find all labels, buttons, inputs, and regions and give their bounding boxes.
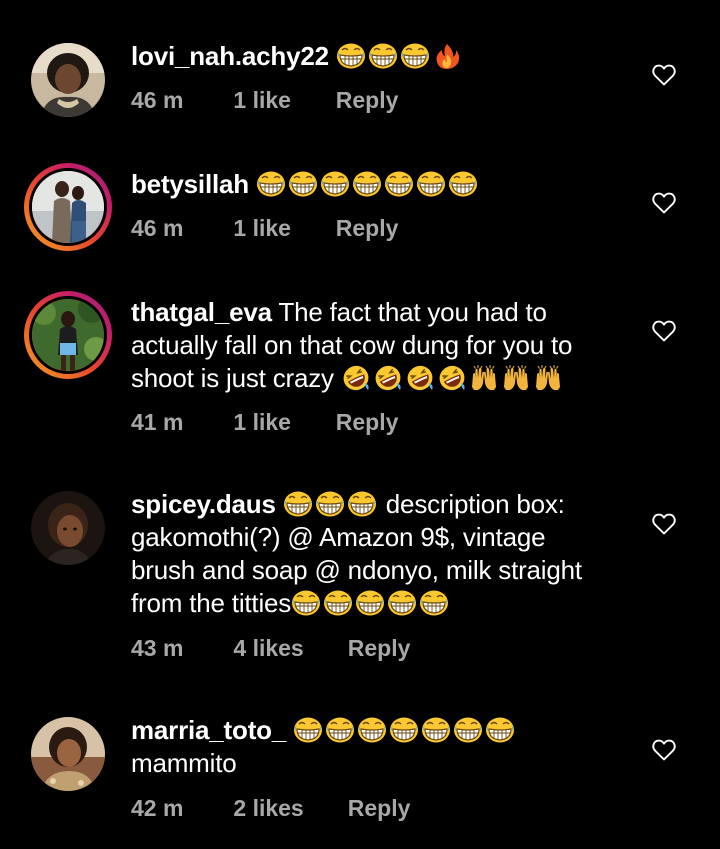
comment-line-4: from the titties <box>131 587 631 620</box>
reply-button[interactable]: Reply <box>336 215 399 242</box>
rofl-emoji <box>373 365 403 391</box>
comment-meta: 42 m 2 likes Reply <box>131 795 410 822</box>
comment-meta: 41 m 1 like Reply <box>131 409 398 436</box>
comment-text: marria_toto_ mammito <box>131 714 631 780</box>
comment-text: spicey.daus description box: gakomothi(?… <box>131 488 631 620</box>
comment-text: betysillah <box>131 168 631 201</box>
raised-hands-emoji <box>533 365 563 391</box>
comment-time: 42 m <box>131 795 184 821</box>
like-count[interactable]: 1 like <box>233 409 329 436</box>
comment-body-line-2: mammito <box>131 748 237 778</box>
avatar-thatgal-eva[interactable] <box>24 291 112 379</box>
avatar-spicey-daus[interactable] <box>31 491 105 565</box>
reply-button[interactable]: Reply <box>336 409 399 436</box>
grin-emoji <box>453 717 483 743</box>
like-count[interactable]: 4 likes <box>233 635 341 662</box>
grin-emoji <box>283 491 313 517</box>
comment-meta: 46 m 1 like Reply <box>131 87 398 114</box>
like-count[interactable]: 1 like <box>233 215 329 242</box>
like-heart-icon[interactable] <box>652 513 676 535</box>
grin-emoji <box>355 590 385 616</box>
avatar-lovi-nah[interactable] <box>31 43 105 117</box>
raised-hands-emoji <box>469 365 499 391</box>
grin-emoji <box>389 717 419 743</box>
fire-emoji <box>432 43 462 69</box>
like-heart-icon[interactable] <box>652 320 676 342</box>
raised-hands-emoji <box>501 365 531 391</box>
avatar-marria-toto[interactable] <box>31 717 105 791</box>
comment-line-1: marria_toto_ <box>131 714 631 747</box>
comment-time: 41 m <box>131 409 184 435</box>
comment-time: 46 m <box>131 87 184 113</box>
comment-body-line-2: actually fall on that cow dung for you t… <box>131 330 573 360</box>
like-heart-icon[interactable] <box>652 739 676 761</box>
grin-emoji <box>347 491 377 517</box>
grin-emoji <box>368 43 398 69</box>
comment-meta: 46 m 1 like Reply <box>131 215 398 242</box>
like-count[interactable]: 2 likes <box>233 795 341 822</box>
avatar-photo <box>31 491 105 565</box>
avatar-betysillah[interactable] <box>24 163 112 251</box>
grin-emoji <box>336 43 366 69</box>
comment-time: 46 m <box>131 215 184 241</box>
username[interactable]: marria_toto_ <box>131 715 286 745</box>
like-heart-icon[interactable] <box>652 192 676 214</box>
grin-emoji <box>288 171 318 197</box>
reply-button[interactable]: Reply <box>336 87 399 114</box>
grin-emoji <box>421 717 451 743</box>
comment-body-line-1: description box: <box>385 489 565 519</box>
username[interactable]: betysillah <box>131 169 249 199</box>
avatar-photo <box>29 296 107 374</box>
avatar-photo <box>29 168 107 246</box>
like-count[interactable]: 1 like <box>233 87 329 114</box>
reply-button[interactable]: Reply <box>348 795 411 822</box>
comment-line-1: thatgal_eva The fact that you had to <box>131 296 631 329</box>
avatar-photo <box>31 43 105 117</box>
username[interactable]: spicey.daus <box>131 489 276 519</box>
comment-text: lovi_nah.achy22 <box>131 40 631 73</box>
avatar-photo <box>31 717 105 791</box>
rofl-emoji <box>341 365 371 391</box>
grin-emoji <box>291 590 321 616</box>
grin-emoji <box>325 717 355 743</box>
grin-emoji <box>256 171 286 197</box>
comment-body-line-1: The fact that you had to <box>278 297 547 327</box>
grin-emoji <box>320 171 350 197</box>
comment-time: 43 m <box>131 635 184 661</box>
comment-meta: 43 m 4 likes Reply <box>131 635 410 662</box>
like-heart-icon[interactable] <box>652 64 676 86</box>
grin-emoji <box>384 171 414 197</box>
rofl-emoji <box>405 365 435 391</box>
grin-emoji <box>448 171 478 197</box>
comment-body-line-3: brush and soap @ ndonyo, milk straight <box>131 555 582 585</box>
comment-body-line-3: shoot is just crazy <box>131 363 334 393</box>
grin-emoji <box>293 717 323 743</box>
grin-emoji <box>416 171 446 197</box>
comment-line-3: shoot is just crazy <box>131 362 631 395</box>
comment-text: thatgal_eva The fact that you had to act… <box>131 296 631 395</box>
grin-emoji <box>352 171 382 197</box>
comment-body-line-4: from the titties <box>131 588 292 618</box>
comment-line-1: spicey.daus description box: <box>131 488 631 521</box>
grin-emoji <box>485 717 515 743</box>
username[interactable]: lovi_nah.achy22 <box>131 41 329 71</box>
grin-emoji <box>357 717 387 743</box>
rofl-emoji <box>437 365 467 391</box>
grin-emoji <box>419 590 449 616</box>
comment-body-line-2: gakomothi(?) @ Amazon 9$, vintage <box>131 522 546 552</box>
username[interactable]: thatgal_eva <box>131 297 272 327</box>
reply-button[interactable]: Reply <box>348 635 411 662</box>
grin-emoji <box>315 491 345 517</box>
grin-emoji <box>387 590 417 616</box>
grin-emoji <box>400 43 430 69</box>
grin-emoji <box>323 590 353 616</box>
